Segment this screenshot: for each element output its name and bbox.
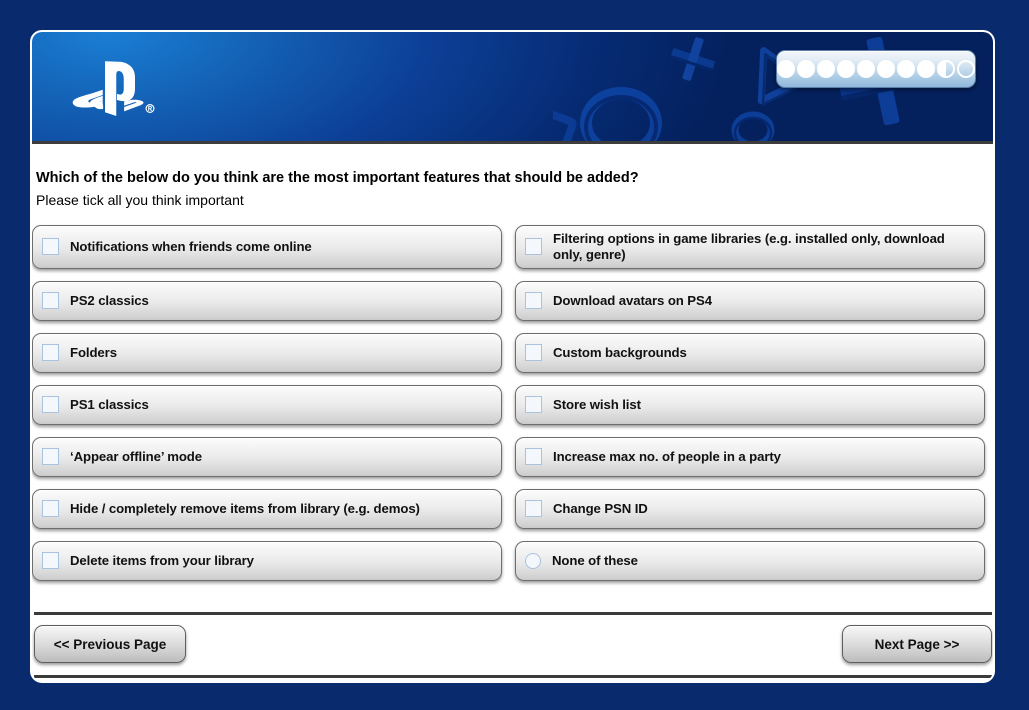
progress-dot (857, 60, 875, 78)
option-change-psn-id[interactable]: Change PSN ID (515, 488, 985, 529)
checkbox-icon[interactable] (42, 396, 59, 414)
option-label: Notifications when friends come online (70, 238, 312, 254)
option-hide-completely-remove-items-from-library[interactable]: Hide / completely remove items from libr… (32, 488, 502, 529)
checkbox-icon[interactable] (42, 500, 59, 518)
checkbox-icon[interactable] (525, 238, 542, 256)
option-label: Download avatars on PS4 (553, 292, 712, 308)
progress-dot (817, 60, 835, 78)
option-increase-max-no-of-people-in-a-party[interactable]: Increase max no. of people in a party (515, 436, 985, 477)
checkbox-icon[interactable] (42, 448, 59, 466)
option-ps2-classics[interactable]: PS2 classics (32, 280, 502, 321)
progress-dot (837, 60, 855, 78)
progress-dot (877, 60, 895, 78)
option-label: Change PSN ID (553, 500, 648, 516)
progress-dot (957, 60, 975, 78)
playstation-logo-icon (72, 61, 155, 116)
option-custom-backgrounds[interactable]: Custom backgrounds (515, 332, 985, 373)
checkbox-icon[interactable] (42, 292, 59, 310)
option-label: PS2 classics (70, 292, 149, 308)
option-store-wish-list[interactable]: Store wish list (515, 384, 985, 425)
question-instruction: Please tick all you think important (36, 191, 244, 208)
options-grid: Notifications when friends come online F… (32, 224, 993, 581)
progress-dot (917, 60, 935, 78)
bottom-divider (34, 675, 992, 678)
checkbox-icon[interactable] (525, 448, 542, 466)
option-folders[interactable]: Folders (32, 332, 502, 373)
progress-dot (937, 60, 955, 78)
option-ps1-classics[interactable]: PS1 classics (32, 384, 502, 425)
survey-card: Which of the below do you think are the … (30, 30, 995, 683)
option-label: ‘Appear offline’ mode (70, 448, 202, 464)
checkbox-icon[interactable] (525, 344, 542, 362)
previous-page-button[interactable]: << Previous Page (34, 625, 186, 663)
question-title: Which of the below do you think are the … (36, 170, 639, 186)
progress-dot (797, 60, 815, 78)
checkbox-icon[interactable] (42, 344, 59, 362)
footer-divider (34, 612, 992, 615)
option-appear-offline-mode[interactable]: ‘Appear offline’ mode (32, 436, 502, 477)
option-label: Increase max no. of people in a party (553, 448, 781, 464)
progress-dot (777, 60, 795, 78)
checkbox-icon[interactable] (525, 396, 542, 414)
option-delete-items-from-your-library[interactable]: Delete items from your library (32, 540, 502, 581)
progress-dot (897, 60, 915, 78)
option-label: Custom backgrounds (553, 344, 687, 360)
option-label: PS1 classics (70, 396, 149, 412)
radio-button-icon[interactable] (525, 552, 541, 569)
option-notifications-when-friends-come-online[interactable]: Notifications when friends come online (32, 224, 502, 269)
option-label: Store wish list (553, 396, 641, 412)
option-label: Hide / completely remove items from libr… (70, 500, 420, 516)
progress-indicator (776, 50, 976, 88)
checkbox-icon[interactable] (42, 238, 59, 256)
option-label: Delete items from your library (70, 552, 254, 568)
option-filtering-options-in-game-libraries[interactable]: Filtering options in game libraries (e.g… (515, 224, 985, 269)
checkbox-icon[interactable] (525, 500, 542, 518)
option-label: Folders (70, 344, 117, 360)
header-banner (32, 32, 993, 144)
option-download-avatars-on-ps4[interactable]: Download avatars on PS4 (515, 280, 985, 321)
option-label: Filtering options in game libraries (e.g… (553, 230, 945, 262)
checkbox-icon[interactable] (525, 292, 542, 310)
next-page-button[interactable]: Next Page >> (842, 625, 992, 663)
option-label: None of these (552, 552, 638, 568)
navigation-row: << Previous Page Next Page >> (34, 625, 992, 663)
question-block: Which of the below do you think are the … (34, 144, 993, 209)
option-none-of-these[interactable]: None of these (515, 540, 985, 581)
checkbox-icon[interactable] (42, 552, 59, 570)
survey-body: Which of the below do you think are the … (32, 144, 993, 681)
